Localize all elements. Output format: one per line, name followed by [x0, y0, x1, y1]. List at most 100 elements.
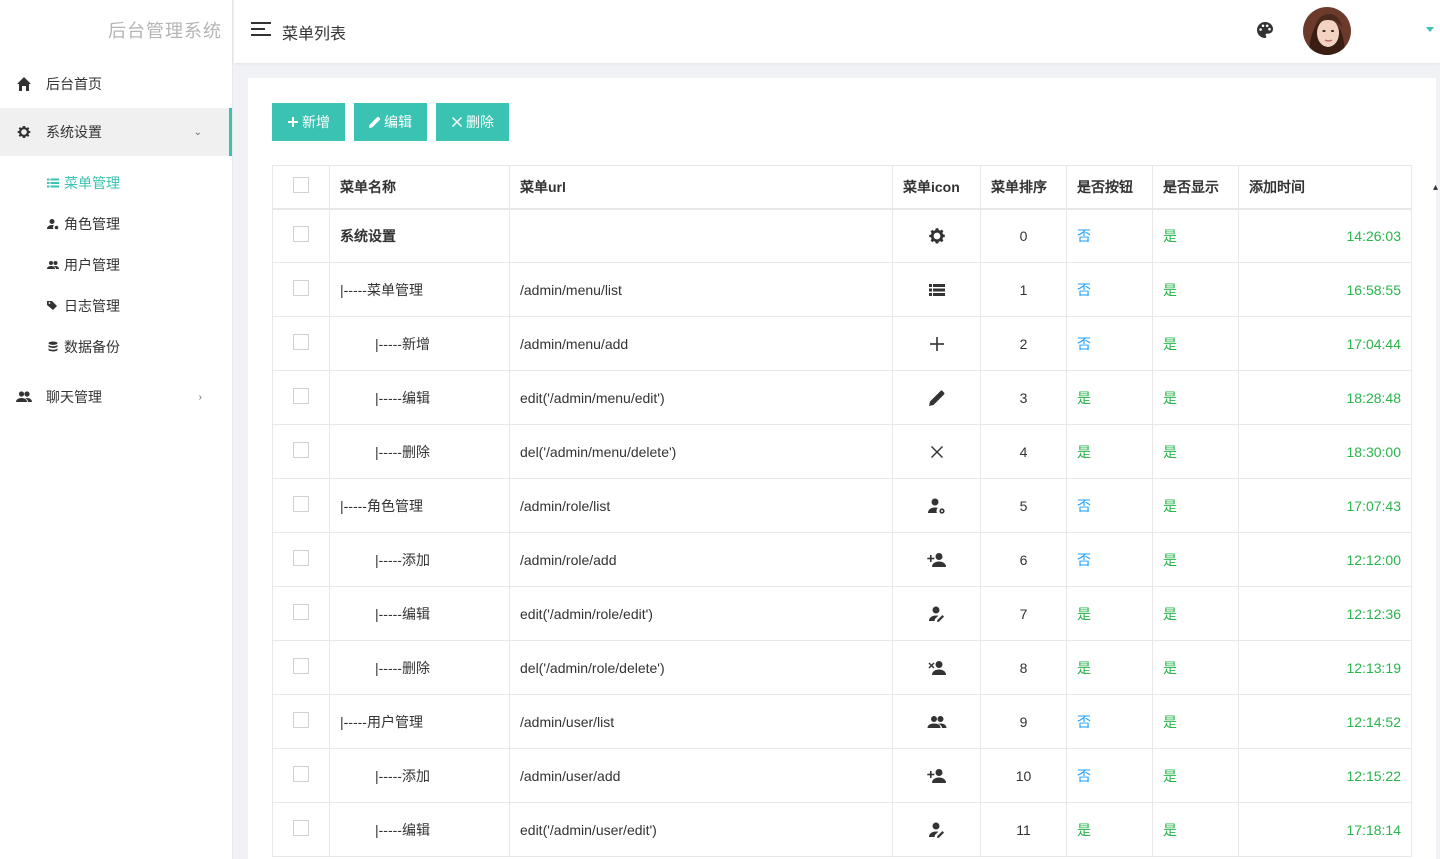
- cell-url: /admin/user/list: [509, 694, 893, 749]
- table-row[interactable]: |-----删除 del('/admin/role/delete') 8 是 是…: [272, 640, 1412, 695]
- user-gear-icon: [47, 218, 59, 230]
- cell-time: 17:04:44: [1238, 316, 1412, 371]
- row-checkbox[interactable]: [293, 226, 309, 243]
- sidebar-item-system-settings[interactable]: 系统设置 ⌄: [0, 108, 232, 156]
- cell-order: 7: [980, 586, 1067, 641]
- list-icon: [47, 177, 59, 189]
- table-row[interactable]: |-----编辑 edit('/admin/role/edit') 7 是 是 …: [272, 586, 1412, 641]
- cell-name: |-----编辑: [329, 370, 510, 425]
- cell-icon: [892, 802, 981, 857]
- table-row[interactable]: |-----添加 /admin/user/add 10 否 是 12:15:22: [272, 748, 1412, 803]
- cell-icon: [892, 424, 981, 479]
- sidebar-item-data-backup[interactable]: 数据备份: [0, 326, 232, 367]
- cell-order: 5: [980, 478, 1067, 533]
- add-button[interactable]: 新增: [272, 103, 345, 141]
- column-header[interactable]: 菜单url: [509, 165, 893, 210]
- palette-icon[interactable]: [1256, 21, 1274, 39]
- cell-is-button: 是: [1066, 802, 1153, 857]
- column-header[interactable]: 菜单icon: [892, 165, 981, 210]
- database-icon: [47, 341, 59, 353]
- row-checkbox[interactable]: [293, 766, 309, 782]
- cell-is-button: 否: [1066, 748, 1153, 803]
- row-checkbox[interactable]: [293, 334, 309, 350]
- scroll-indicator-icon[interactable]: ▴: [1433, 182, 1438, 193]
- row-select-cell: [272, 640, 330, 695]
- is-shown-badge: 是: [1163, 659, 1177, 676]
- row-checkbox[interactable]: [293, 820, 309, 836]
- is-button-badge: 否: [1077, 713, 1091, 730]
- cell-icon: [892, 748, 981, 803]
- row-checkbox[interactable]: [293, 442, 309, 458]
- row-checkbox[interactable]: [293, 388, 309, 404]
- select-all-checkbox[interactable]: [293, 177, 309, 194]
- row-checkbox[interactable]: [293, 658, 309, 674]
- cell-url: del('/admin/menu/delete'): [509, 424, 893, 479]
- column-header[interactable]: 是否显示: [1152, 165, 1239, 210]
- row-select-cell: [272, 478, 330, 533]
- is-button-badge: 否: [1077, 335, 1091, 352]
- is-shown-badge: 是: [1163, 443, 1177, 460]
- cell-icon: [892, 640, 981, 695]
- table-row[interactable]: |-----添加 /admin/role/add 6 否 是 12:12:00: [272, 532, 1412, 587]
- column-header[interactable]: 菜单排序: [980, 165, 1067, 210]
- is-button-badge: 否: [1077, 227, 1091, 244]
- column-header[interactable]: 添加时间: [1238, 165, 1412, 210]
- is-button-badge: 否: [1077, 497, 1091, 514]
- sidebar-item-user-management[interactable]: 用户管理: [0, 244, 232, 285]
- row-select-cell: [272, 208, 330, 263]
- row-checkbox[interactable]: [293, 496, 309, 512]
- cell-is-button: 否: [1066, 532, 1153, 587]
- cell-icon: [892, 370, 981, 425]
- sidebar-item-menu-management[interactable]: 菜单管理: [0, 162, 232, 203]
- avatar[interactable]: [1303, 7, 1351, 55]
- menu-toggle-icon[interactable]: [251, 22, 271, 38]
- table-row[interactable]: |-----菜单管理 /admin/menu/list 1 否 是 16:58:…: [272, 262, 1412, 317]
- table-row[interactable]: |-----编辑 edit('/admin/menu/edit') 3 是 是 …: [272, 370, 1412, 425]
- cell-is-button: 否: [1066, 694, 1153, 749]
- row-checkbox[interactable]: [293, 280, 309, 296]
- cell-url: /admin/menu/list: [509, 262, 893, 317]
- cell-time: 16:58:55: [1238, 262, 1412, 317]
- table-row[interactable]: |-----编辑 edit('/admin/user/edit') 11 是 是…: [272, 802, 1412, 857]
- is-button-badge: 是: [1077, 443, 1091, 460]
- toolbar: 新增 编辑 删除: [272, 103, 509, 141]
- table-row[interactable]: |-----角色管理 /admin/role/list 5 否 是 17:07:…: [272, 478, 1412, 533]
- cell-name: |-----角色管理: [329, 478, 510, 533]
- edit-button[interactable]: 编辑: [354, 103, 427, 141]
- cell-is-shown: 是: [1152, 532, 1239, 587]
- table-body: 系统设置 0 否 是 14:26:03 |-----菜单管理 /admin/me…: [272, 208, 1412, 857]
- cell-is-button: 是: [1066, 640, 1153, 695]
- cell-is-shown: 是: [1152, 370, 1239, 425]
- cell-is-button: 否: [1066, 262, 1153, 317]
- row-select-cell: [272, 532, 330, 587]
- is-shown-badge: 是: [1163, 767, 1177, 784]
- table-row[interactable]: |-----用户管理 /admin/user/list 9 否 是 12:14:…: [272, 694, 1412, 749]
- row-checkbox[interactable]: [293, 550, 309, 566]
- table-row[interactable]: 系统设置 0 否 是 14:26:03: [272, 208, 1412, 263]
- sidebar-item-role-management[interactable]: 角色管理: [0, 203, 232, 244]
- table-row[interactable]: |-----新增 /admin/menu/add 2 否 是 17:04:44: [272, 316, 1412, 371]
- table-row[interactable]: |-----删除 del('/admin/menu/delete') 4 是 是…: [272, 424, 1412, 479]
- main-card: 新增 编辑 删除 菜单名称 菜单url 菜单icon 菜单排序 是否按钮 是否显…: [248, 78, 1438, 859]
- delete-button[interactable]: 删除: [436, 103, 509, 141]
- cell-url: /admin/role/list: [509, 478, 893, 533]
- sidebar-item-log-management[interactable]: 日志管理: [0, 285, 232, 326]
- sidebar-item-home[interactable]: 后台首页: [0, 60, 232, 108]
- is-shown-badge: 是: [1163, 335, 1177, 352]
- cell-name: |-----编辑: [329, 586, 510, 641]
- brand-title: 后台管理系统: [108, 21, 222, 41]
- column-header[interactable]: 菜单名称: [329, 165, 510, 210]
- cell-name: |-----添加: [329, 748, 510, 803]
- sidebar-item-label: 日志管理: [64, 297, 120, 314]
- chevron-down-icon[interactable]: [1426, 27, 1434, 32]
- sidebar-submenu: 菜单管理 角色管理 用户管理 日志管理 数据备份: [0, 156, 232, 373]
- row-checkbox[interactable]: [293, 604, 309, 620]
- is-shown-badge: 是: [1163, 227, 1177, 244]
- is-shown-badge: 是: [1163, 389, 1177, 406]
- cell-time: 17:07:43: [1238, 478, 1412, 533]
- chevron-right-icon: ›: [198, 391, 202, 403]
- row-checkbox[interactable]: [293, 712, 309, 728]
- cell-time: 12:13:19: [1238, 640, 1412, 695]
- sidebar-item-chat-management[interactable]: 聊天管理 ›: [0, 373, 232, 421]
- column-header[interactable]: 是否按钮: [1066, 165, 1153, 210]
